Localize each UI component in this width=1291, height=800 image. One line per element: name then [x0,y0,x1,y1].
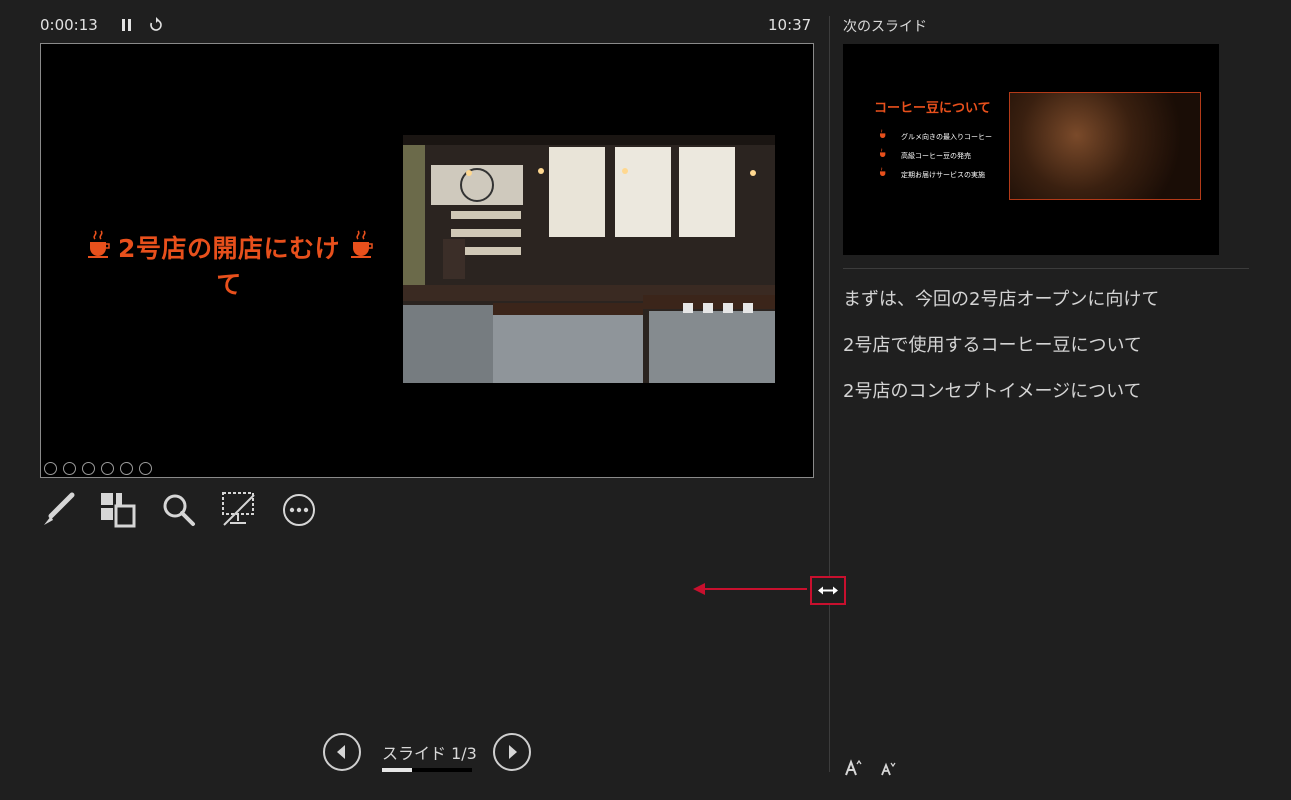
increase-font-icon[interactable] [844,759,862,777]
more-options-icon[interactable] [282,493,316,527]
slide-mini-toolbar [44,462,152,475]
grid-icon[interactable] [101,462,114,475]
slide-progress-fill [382,768,412,772]
next-slide-thumbnail[interactable]: コーヒー豆について グルメ向きの最入りコーヒー 高級コーヒー豆の発売 定期お届け… [843,44,1219,255]
pane-divider[interactable] [829,16,830,772]
next-slide-label: 次のスライド [843,19,927,35]
next-slide-bullet: 定期お届けサービスの実施 [901,171,985,179]
next-slide-title: コーヒー豆について [874,101,991,116]
slide-progress-track [382,768,472,772]
next-slide-bullet: グルメ向きの最入りコーヒー [901,133,992,141]
restart-icon[interactable] [149,17,163,32]
coffee-cup-icon [350,229,374,259]
speaker-note: 2号店で使用するコーヒー豆について [843,335,1142,356]
decrease-font-icon[interactable] [880,761,896,777]
previous-slide-button[interactable] [323,733,361,771]
cafe-interior-photo [403,135,775,383]
annotation-arrow-line [702,588,807,590]
more-icon[interactable] [139,462,152,475]
next-slide-button[interactable] [493,733,531,771]
current-slide[interactable]: 2号店の開店にむけて [40,43,814,478]
zoom-icon[interactable] [120,462,133,475]
coffee-beans-photo [1009,92,1201,200]
clock: 10:37 [768,16,812,34]
pen-icon[interactable] [82,462,95,475]
next-icon[interactable] [63,462,76,475]
coffee-cup-icon [879,128,887,140]
speaker-note: まずは、今回の2号店オープンに向けて [843,289,1160,310]
coffee-cup-icon [87,229,111,259]
zoom-icon[interactable] [162,493,196,527]
elapsed-timer: 0:00:13 [40,16,98,34]
annotation-arrow-head [693,583,705,595]
pen-tool-icon[interactable] [42,492,76,528]
black-screen-icon[interactable] [220,491,256,527]
notes-divider [843,268,1249,269]
coffee-cup-icon [879,147,887,159]
next-slide-bullet: 高級コーヒー豆の発売 [901,152,971,160]
pause-icon[interactable] [121,18,133,32]
slide-counter: スライド 1/3 [382,744,477,763]
resize-horizontal-icon[interactable] [810,576,846,605]
previous-icon[interactable] [44,462,57,475]
see-all-slides-icon[interactable] [100,492,136,528]
speaker-note: 2号店のコンセプトイメージについて [843,381,1142,402]
slide-title: 2号店の開店にむけて [118,234,340,299]
coffee-cup-icon [879,166,887,178]
